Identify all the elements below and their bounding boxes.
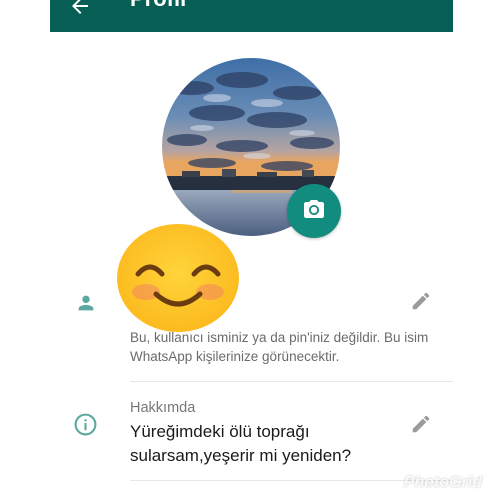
watermark: PhotoGrid — [403, 474, 482, 491]
person-icon — [75, 292, 97, 319]
name-hint-text: Bu, kullanıcı isminiz ya da pin'iniz değ… — [130, 330, 429, 364]
smiling-face-sticker — [116, 222, 240, 332]
arrow-back-icon[interactable] — [68, 0, 92, 18]
pencil-icon[interactable] — [410, 413, 432, 440]
about-value[interactable]: Yüreğimdeki ölü toprağı sularsam,yeşerir… — [130, 420, 400, 468]
pencil-icon[interactable] — [410, 290, 432, 317]
camera-icon — [302, 197, 326, 226]
change-photo-button[interactable] — [287, 184, 341, 238]
divider — [130, 381, 453, 382]
page-title: Profil — [130, 0, 186, 12]
app-bar: Profil — [50, 0, 453, 32]
info-icon — [73, 412, 98, 442]
about-label: Hakkımda — [130, 400, 196, 416]
